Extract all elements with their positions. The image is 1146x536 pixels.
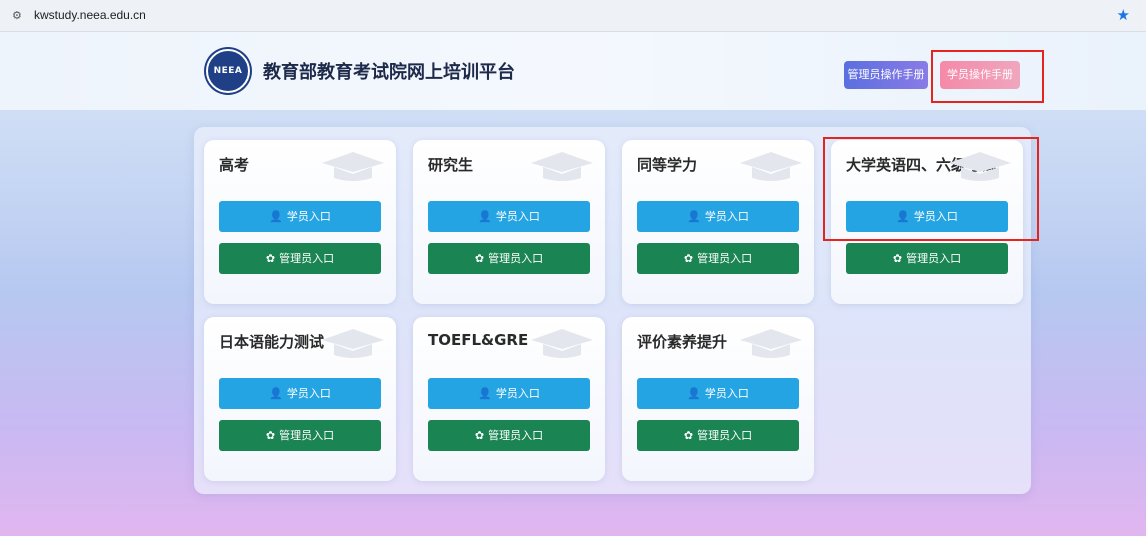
user-icon: 👤 bbox=[687, 387, 701, 400]
student-entry-button[interactable]: 👤 学员入口 bbox=[428, 201, 590, 232]
card-jlpt: 日本语能力测试 👤 学员入口 ✿ 管理员入口 bbox=[204, 317, 396, 481]
graduation-cap-icon bbox=[322, 152, 384, 181]
card-toefl-gre: TOEFL&GRE 👤 学员入口 ✿ 管理员入口 bbox=[413, 317, 605, 481]
card-title: 日本语能力测试 bbox=[219, 333, 325, 351]
card-title: 高考 bbox=[219, 156, 250, 174]
user-icon: 👤 bbox=[269, 387, 283, 400]
card-title: 同等学力 bbox=[637, 156, 698, 174]
admin-entry-button[interactable]: ✿ 管理员入口 bbox=[637, 243, 799, 274]
student-manual-button[interactable]: 学员操作手册 bbox=[940, 61, 1020, 89]
user-icon: 👤 bbox=[687, 210, 701, 223]
gear-icon: ✿ bbox=[265, 252, 276, 265]
card-cet: 大学英语四、六级考试 👤 学员入口 ✿ 管理员入口 bbox=[831, 140, 1023, 304]
graduation-cap-icon bbox=[322, 329, 384, 358]
user-icon: 👤 bbox=[478, 210, 492, 223]
admin-entry-button[interactable]: ✿ 管理员入口 bbox=[428, 243, 590, 274]
admin-manual-button[interactable]: 管理员操作手册 bbox=[844, 61, 928, 89]
admin-entry-button[interactable]: ✿ 管理员入口 bbox=[637, 420, 799, 451]
gear-icon: ✿ bbox=[892, 252, 903, 265]
neea-logo: NEEA bbox=[206, 49, 250, 93]
graduation-cap-icon bbox=[949, 152, 1011, 181]
student-entry-button[interactable]: 👤 学员入口 bbox=[637, 378, 799, 409]
card-evaluation-literacy: 评价素养提升 👤 学员入口 ✿ 管理员入口 bbox=[622, 317, 814, 481]
gear-icon: ✿ bbox=[265, 429, 276, 442]
gear-icon: ✿ bbox=[683, 252, 694, 265]
site-title: 教育部教育考试院网上培训平台 bbox=[263, 62, 515, 83]
admin-entry-button[interactable]: ✿ 管理员入口 bbox=[428, 420, 590, 451]
gear-icon: ✿ bbox=[474, 429, 485, 442]
user-icon: 👤 bbox=[269, 210, 283, 223]
graduation-cap-icon bbox=[740, 329, 802, 358]
card-equivalent: 同等学力 👤 学员入口 ✿ 管理员入口 bbox=[622, 140, 814, 304]
student-entry-button[interactable]: 👤 学员入口 bbox=[637, 201, 799, 232]
card-title: 研究生 bbox=[428, 156, 474, 174]
graduation-cap-icon bbox=[740, 152, 802, 181]
student-entry-button[interactable]: 👤 学员入口 bbox=[219, 378, 381, 409]
gear-icon: ✿ bbox=[683, 429, 694, 442]
admin-entry-button[interactable]: ✿ 管理员入口 bbox=[219, 420, 381, 451]
admin-entry-button[interactable]: ✿ 管理员入口 bbox=[846, 243, 1008, 274]
card-graduate: 研究生 👤 学员入口 ✿ 管理员入口 bbox=[413, 140, 605, 304]
graduation-cap-icon bbox=[531, 152, 593, 181]
bookmark-star-icon[interactable]: ★ bbox=[1117, 6, 1130, 24]
student-entry-button[interactable]: 👤 学员入口 bbox=[219, 201, 381, 232]
browser-address-bar: ⚙ kwstudy.neea.edu.cn ★ bbox=[0, 0, 1146, 32]
student-entry-button[interactable]: 👤 学员入口 bbox=[846, 201, 1008, 232]
student-entry-button[interactable]: 👤 学员入口 bbox=[428, 378, 590, 409]
admin-entry-button[interactable]: ✿ 管理员入口 bbox=[219, 243, 381, 274]
exam-panel: 高考 👤 学员入口 ✿ 管理员入口 研究生 👤 学员入口 ✿ 管理员入口 同等学力 👤 学… bbox=[194, 127, 1031, 494]
user-icon: 👤 bbox=[896, 210, 910, 223]
card-title: 评价素养提升 bbox=[637, 333, 728, 351]
url-text[interactable]: kwstudy.neea.edu.cn bbox=[34, 8, 146, 22]
user-icon: 👤 bbox=[478, 387, 492, 400]
tune-icon[interactable]: ⚙ bbox=[12, 9, 22, 22]
card-gaokao: 高考 👤 学员入口 ✿ 管理员入口 bbox=[204, 140, 396, 304]
site-header: NEEA 教育部教育考试院网上培训平台 管理员操作手册 学员操作手册 bbox=[0, 32, 1146, 110]
graduation-cap-icon bbox=[531, 329, 593, 358]
gear-icon: ✿ bbox=[474, 252, 485, 265]
card-title: TOEFL&GRE bbox=[428, 331, 529, 349]
